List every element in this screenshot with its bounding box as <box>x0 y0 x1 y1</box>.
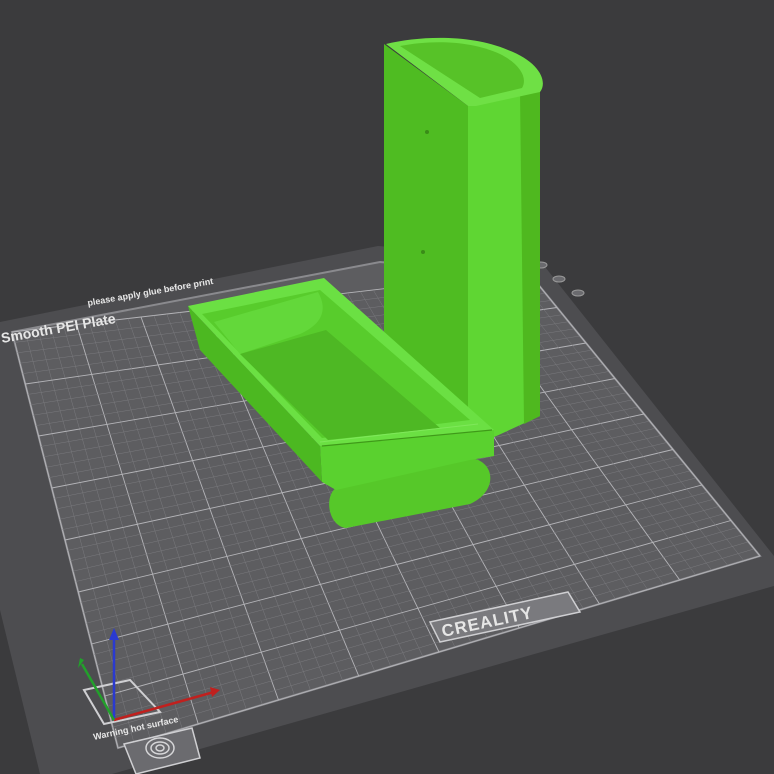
3d-viewport[interactable]: please apply glue before print Smooth PE… <box>0 0 774 774</box>
